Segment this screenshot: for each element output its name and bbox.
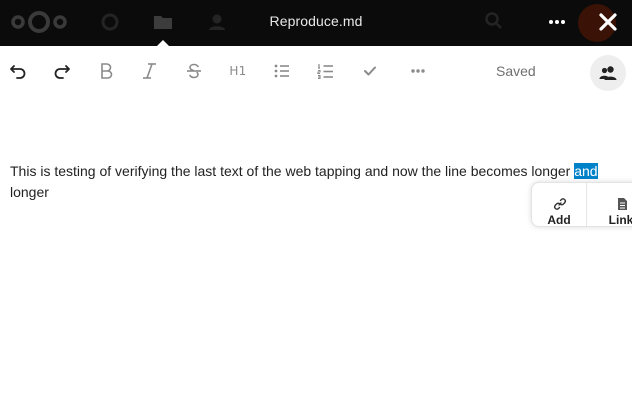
undo-button[interactable] — [6, 59, 30, 83]
users-icon — [599, 66, 617, 80]
bold-button[interactable] — [94, 59, 118, 83]
paragraph-text: This is testing of verifying the last te… — [10, 163, 575, 179]
strikethrough-button[interactable] — [182, 59, 206, 83]
check-icon — [364, 66, 376, 76]
italic-icon — [143, 63, 156, 79]
italic-button[interactable] — [138, 59, 162, 83]
link-file-label: Link — [608, 213, 632, 227]
app-header: Reproduce.md — [0, 0, 632, 46]
formatting-toolbar: H1 Saved — [0, 48, 632, 94]
heading-icon: H1 — [229, 64, 247, 78]
checklist-button[interactable] — [358, 59, 382, 83]
save-status: Saved — [496, 63, 536, 79]
three-dots-icon[interactable] — [545, 10, 569, 34]
bold-icon — [101, 63, 113, 79]
sessions-button[interactable] — [590, 55, 626, 91]
selected-text: and — [574, 163, 598, 179]
bullet-list-button[interactable] — [270, 59, 294, 83]
ordered-list-button[interactable] — [314, 59, 338, 83]
add-link-label: Add — [547, 213, 571, 227]
bullet-list-icon — [274, 64, 289, 78]
redo-icon — [54, 65, 70, 79]
link-bubble: Add Link — [531, 182, 632, 227]
link-file-button[interactable]: Link — [594, 183, 632, 227]
file-title: Reproduce.md — [269, 13, 363, 29]
more-formatting-button[interactable] — [406, 59, 430, 83]
document-icon — [618, 198, 627, 210]
undo-icon — [10, 65, 26, 79]
search-icon[interactable] — [484, 11, 504, 31]
three-dots-icon — [411, 69, 425, 73]
redo-button[interactable] — [50, 59, 74, 83]
close-icon[interactable] — [595, 9, 621, 35]
add-link-button[interactable]: Add — [532, 183, 586, 227]
link-icon — [554, 198, 566, 210]
heading-button[interactable]: H1 — [226, 59, 250, 83]
active-app-indicator — [157, 40, 169, 46]
paragraph-text-end: longer — [10, 184, 49, 200]
ordered-list-icon — [317, 64, 333, 80]
strikethrough-icon — [187, 63, 201, 79]
bubble-divider — [586, 183, 587, 226]
